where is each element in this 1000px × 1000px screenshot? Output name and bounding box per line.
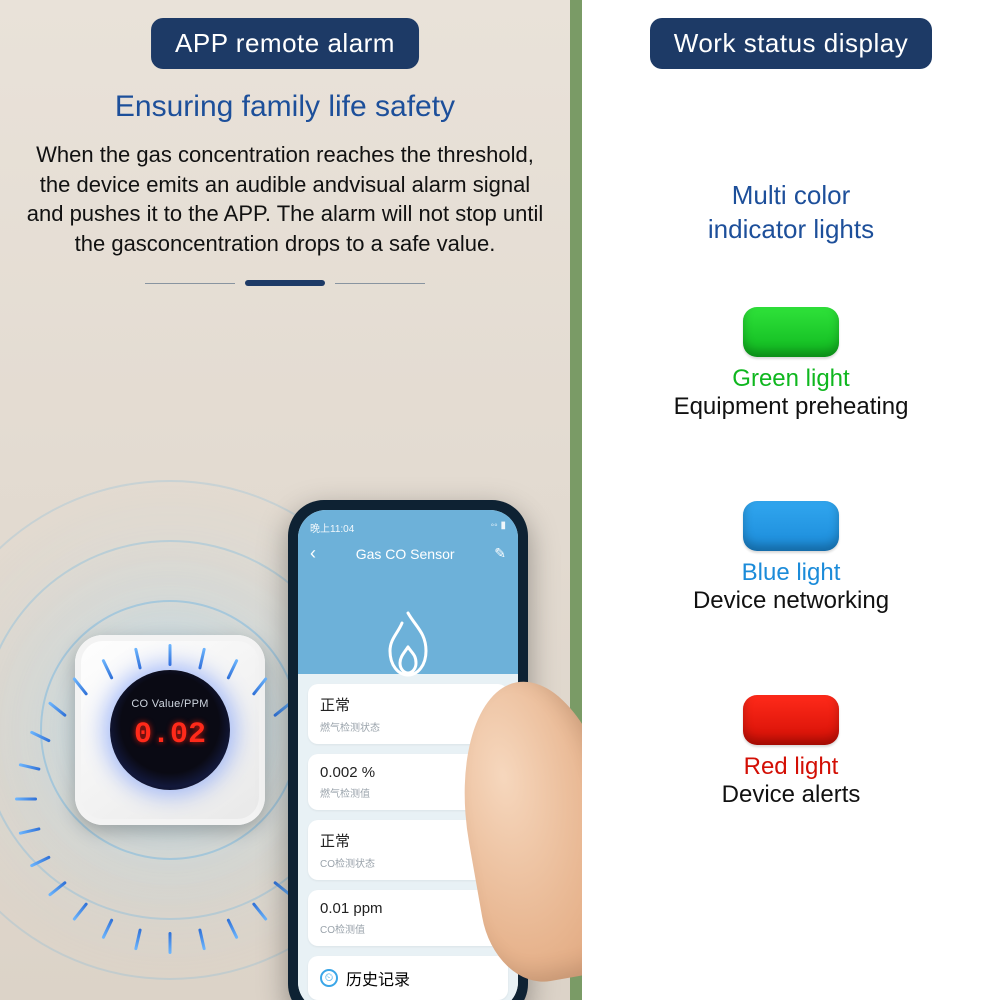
indicator-caption: Device networking: [693, 587, 889, 615]
left-panel: APP remote alarm Ensuring family life sa…: [0, 0, 570, 1000]
indicator-name: Red light: [722, 753, 861, 781]
right-subtitle-line: indicator lights: [708, 214, 874, 244]
indicator-caption: Device alerts: [722, 781, 861, 809]
gas-detector-device: CO Value/PPM 0.02: [75, 635, 265, 825]
detector-face: CO Value/PPM 0.02: [110, 670, 230, 790]
indicator-list: Green light Equipment preheating Blue li…: [582, 307, 1000, 809]
right-subtitle: Multi color indicator lights: [582, 179, 1000, 247]
card-value: 正常: [320, 694, 496, 715]
card-value: 0.01 ppm: [320, 900, 496, 917]
left-badge: APP remote alarm: [151, 18, 419, 69]
right-panel: Work status display Multi color indicato…: [582, 0, 1000, 1000]
card-key: CO检测状态: [320, 855, 496, 870]
clock-icon: ⏲: [320, 969, 338, 987]
phone-status-time: 晚上11:04: [310, 520, 354, 535]
app-title: Gas CO Sensor: [356, 546, 455, 562]
red-light-icon: [743, 695, 839, 745]
app-header: 晚上11:04 ◦◦ ▮ ‹ Gas CO Sensor ✎: [298, 510, 518, 674]
detector-unit-label: CO Value/PPM: [110, 698, 230, 710]
back-icon[interactable]: ‹: [310, 543, 316, 564]
green-light-icon: [743, 307, 839, 357]
right-subtitle-line: Multi color: [732, 180, 850, 210]
history-label: 历史记录: [346, 966, 410, 990]
detector-reading: 0.02: [110, 718, 230, 752]
left-subtitle: Ensuring family life safety: [0, 90, 570, 124]
history-row[interactable]: ⏲ 历史记录: [308, 956, 508, 1000]
indicator-caption: Equipment preheating: [674, 393, 909, 421]
card-key: CO检测值: [320, 921, 496, 936]
indicator-name: Blue light: [693, 559, 889, 587]
phone-status-icons: ◦◦ ▮: [491, 520, 506, 535]
edit-icon[interactable]: ✎: [494, 545, 506, 562]
hand-holding-phone: 晚上11:04 ◦◦ ▮ ‹ Gas CO Sensor ✎ 正常: [258, 400, 578, 1000]
flame-icon: [378, 605, 438, 685]
right-badge: Work status display: [650, 18, 932, 69]
indicator-red: Red light Device alerts: [722, 695, 861, 809]
indicator-blue: Blue light Device networking: [693, 501, 889, 615]
divider-ornament: [245, 280, 325, 286]
indicator-name: Green light: [674, 365, 909, 393]
blue-light-icon: [743, 501, 839, 551]
indicator-green: Green light Equipment preheating: [674, 307, 909, 421]
card-key: 燃气检测状态: [320, 719, 496, 734]
left-description: When the gas concentration reaches the t…: [20, 140, 550, 259]
